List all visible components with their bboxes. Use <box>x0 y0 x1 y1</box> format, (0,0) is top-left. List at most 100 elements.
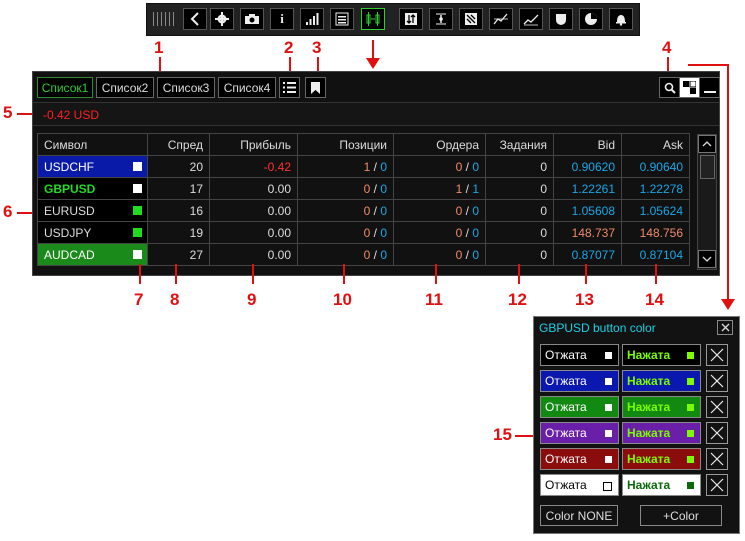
profit-cell: 0.00 <box>209 199 298 222</box>
sort-icon[interactable] <box>399 8 423 30</box>
tasks-cell[interactable]: 0 <box>485 243 554 266</box>
layout-toggle-icon[interactable] <box>679 77 700 98</box>
released-color-button[interactable]: Отжата <box>540 344 619 366</box>
released-color-button[interactable]: Отжата <box>540 422 619 444</box>
scroll-thumb[interactable] <box>700 155 715 179</box>
table-row[interactable]: AUDCAD 27 0.00 0 / 00 / 0 0 0.87077 0.87104 <box>37 243 690 266</box>
tab-list2[interactable]: Список2 <box>96 77 154 98</box>
col-orders[interactable]: Ордера <box>393 133 486 156</box>
signal-bars-icon[interactable] <box>300 8 324 30</box>
color-none-button[interactable]: Color NONE <box>540 505 618 526</box>
color-dot-icon <box>605 378 612 385</box>
bookmark-icon[interactable] <box>305 77 326 98</box>
tasks-cell[interactable]: 0 <box>485 199 554 222</box>
positions-cell[interactable]: 0 / 0 <box>297 243 394 266</box>
color-square-icon[interactable] <box>133 162 142 171</box>
symbol-button[interactable]: USDJPY <box>37 221 148 244</box>
symbol-name: GBPUSD <box>44 181 96 196</box>
tasks-cell[interactable]: 0 <box>485 177 554 200</box>
orders-cell[interactable]: 0 / 0 <box>393 243 486 266</box>
color-square-icon[interactable] <box>133 250 142 259</box>
orders-cell[interactable]: 0 / 0 <box>393 155 486 178</box>
symbol-button[interactable]: AUDCAD <box>37 243 148 266</box>
bid-cell: 1.22261 <box>553 177 622 200</box>
trend-line-icon[interactable] <box>519 8 543 30</box>
positions-cell[interactable]: 0 / 0 <box>297 177 394 200</box>
pattern-icon[interactable] <box>459 8 483 30</box>
delete-color-icon[interactable] <box>706 448 728 470</box>
orders-cell[interactable]: 0 / 0 <box>393 199 486 222</box>
table-row[interactable]: USDJPY 19 0.00 0 / 00 / 0 0 148.737 148.756 <box>37 221 690 244</box>
color-dot-icon <box>605 430 612 437</box>
released-label: Отжата <box>545 426 587 440</box>
info-icon[interactable]: i <box>270 8 294 30</box>
shield-icon[interactable] <box>549 8 573 30</box>
table-row[interactable]: EURUSD 16 0.00 0 / 00 / 0 0 1.05608 1.05624 <box>37 199 690 222</box>
scroll-up-icon[interactable] <box>698 135 716 153</box>
tab-list1[interactable]: Список1 <box>37 77 93 98</box>
grip-icon[interactable] <box>153 12 175 26</box>
tab-list4[interactable]: Список4 <box>218 77 276 98</box>
camera-icon[interactable] <box>240 8 264 30</box>
positions-cell[interactable]: 1 / 0 <box>297 155 394 178</box>
back-arrow-icon[interactable] <box>183 8 207 30</box>
vertical-scrollbar[interactable] <box>697 134 717 270</box>
delete-color-icon[interactable] <box>706 474 728 496</box>
orders-cell[interactable]: 1 / 1 <box>393 177 486 200</box>
list-menu-icon[interactable] <box>279 77 300 98</box>
table-row[interactable]: GBPUSD 17 0.00 0 / 01 / 1 0 1.22261 1.22278 <box>37 177 690 200</box>
symbol-button[interactable]: EURUSD <box>37 199 148 222</box>
search-icon[interactable] <box>659 77 680 98</box>
col-positions[interactable]: Позиции <box>297 133 394 156</box>
pressed-color-button[interactable]: Нажата <box>622 344 701 366</box>
released-color-button[interactable]: Отжата <box>540 370 619 392</box>
released-label: Отжата <box>545 478 587 492</box>
delete-color-icon[interactable] <box>706 344 728 366</box>
col-bid[interactable]: Bid <box>553 133 622 156</box>
delete-color-icon[interactable] <box>706 396 728 418</box>
col-ask[interactable]: Ask <box>621 133 690 156</box>
color-square-icon[interactable] <box>133 228 142 237</box>
col-tasks[interactable]: Задания <box>485 133 554 156</box>
symbol-button[interactable]: USDCHF <box>37 155 148 178</box>
minimize-icon[interactable] <box>699 77 720 98</box>
callout-1: 1 <box>154 38 164 57</box>
tasks-cell[interactable]: 0 <box>485 155 554 178</box>
released-color-button[interactable]: Отжата <box>540 474 619 496</box>
pressed-color-button[interactable]: Нажата <box>622 396 701 418</box>
pressed-color-button[interactable]: Нажата <box>622 422 701 444</box>
bell-icon[interactable] <box>609 8 633 30</box>
table-row[interactable]: USDCHF 20 -0.42 1 / 00 / 0 0 0.90620 0.90640 <box>37 155 690 178</box>
candles-icon[interactable] <box>361 8 385 30</box>
pressed-color-button[interactable]: Нажата <box>622 474 701 496</box>
pressed-color-button[interactable]: Нажата <box>622 370 701 392</box>
symbol-button[interactable]: GBPUSD <box>37 177 148 200</box>
add-color-button[interactable]: +Color <box>640 505 722 526</box>
pressed-color-button[interactable]: Нажата <box>622 448 701 470</box>
color-square-icon[interactable] <box>133 206 142 215</box>
positions-cell[interactable]: 0 / 0 <box>297 221 394 244</box>
callout-13: 13 <box>575 290 594 309</box>
released-color-button[interactable]: Отжата <box>540 448 619 470</box>
col-symbol[interactable]: Символ <box>37 133 148 156</box>
trend-up-icon[interactable] <box>489 8 513 30</box>
list-icon[interactable] <box>330 8 354 30</box>
col-profit[interactable]: Прибыль <box>209 133 298 156</box>
close-icon[interactable] <box>717 320 733 335</box>
color-scheme-row: Отжата Нажата <box>540 474 730 496</box>
level-icon[interactable] <box>429 8 453 30</box>
callout-3: 3 <box>312 38 322 57</box>
released-color-button[interactable]: Отжата <box>540 396 619 418</box>
pie-chart-icon[interactable] <box>579 8 603 30</box>
delete-color-icon[interactable] <box>706 370 728 392</box>
released-label: Отжата <box>545 374 587 388</box>
col-spread[interactable]: Спред <box>147 133 210 156</box>
color-square-icon[interactable] <box>133 184 142 193</box>
tab-list3[interactable]: Список3 <box>157 77 215 98</box>
scroll-down-icon[interactable] <box>698 250 716 268</box>
delete-color-icon[interactable] <box>706 422 728 444</box>
tasks-cell[interactable]: 0 <box>485 221 554 244</box>
orders-cell[interactable]: 0 / 0 <box>393 221 486 244</box>
gear-icon[interactable] <box>210 8 234 30</box>
positions-cell[interactable]: 0 / 0 <box>297 199 394 222</box>
